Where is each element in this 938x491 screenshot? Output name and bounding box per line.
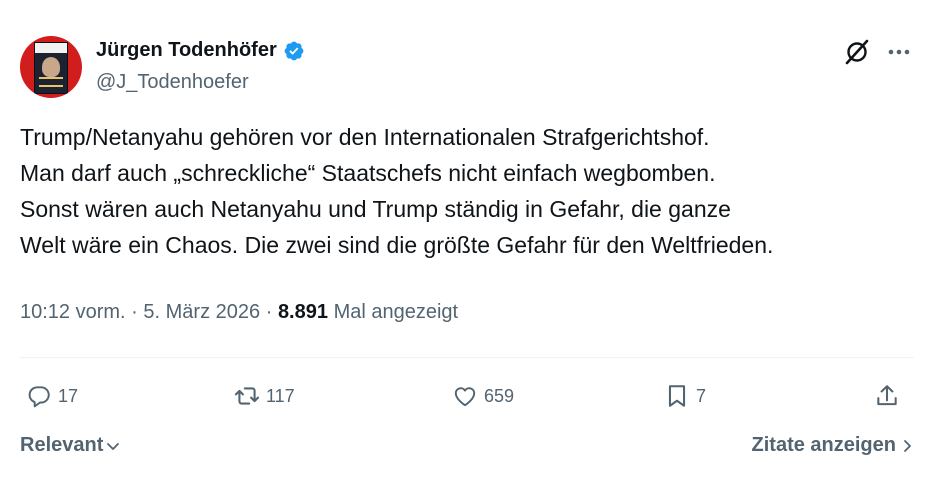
avatar[interactable] (20, 36, 82, 98)
reply-count: 17 (58, 385, 79, 406)
retweet-button[interactable]: 117 (234, 380, 295, 412)
author-name[interactable]: Jürgen Todenhöfer (96, 39, 277, 62)
retweet-icon (234, 387, 260, 405)
reply-icon (28, 386, 50, 408)
sort-label: Relevant (20, 434, 104, 456)
chevron-down-icon (107, 442, 120, 450)
author-handle[interactable]: @J_Todenhoefer (96, 71, 249, 94)
like-icon (454, 387, 476, 407)
grok-icon[interactable] (843, 38, 871, 66)
bookmark-count: 7 (696, 385, 707, 406)
divider (20, 357, 914, 358)
like-count: 659 (484, 385, 515, 406)
sort-replies-button[interactable]: Relevant (20, 434, 121, 457)
views-count: 8.891 (277, 301, 328, 323)
like-button[interactable]: 659 (452, 380, 514, 412)
bookmark-icon (668, 385, 686, 407)
chevron-right-icon (904, 439, 911, 452)
tweet-date[interactable]: 5. März 2026 (143, 301, 260, 323)
verified-badge-icon (284, 41, 304, 60)
share-icon (877, 385, 897, 406)
view-quotes-link[interactable]: Zitate anzeigen (752, 434, 912, 457)
meta-separator: · (131, 301, 138, 323)
author-name-row[interactable]: Jürgen Todenhöfer (96, 39, 305, 62)
tweet-time[interactable]: 10:12 vorm. (20, 301, 126, 323)
tweet-text: Trump/Netanyahu gehören vor den Internat… (20, 124, 774, 258)
meta-separator: · (265, 301, 273, 323)
bookmark-button[interactable]: 7 (664, 380, 706, 412)
tweet-meta: 10:12 vorm. · 5. März 2026 · 8.891 Mal a… (20, 301, 458, 324)
share-button[interactable] (874, 380, 900, 412)
views-label: Mal angezeigt (333, 301, 459, 323)
retweet-count: 117 (266, 385, 295, 406)
reply-button[interactable]: 17 (26, 380, 78, 412)
avatar-book-image (34, 42, 68, 94)
quotes-label: Zitate anzeigen (751, 434, 896, 456)
more-icon[interactable] (884, 38, 914, 66)
